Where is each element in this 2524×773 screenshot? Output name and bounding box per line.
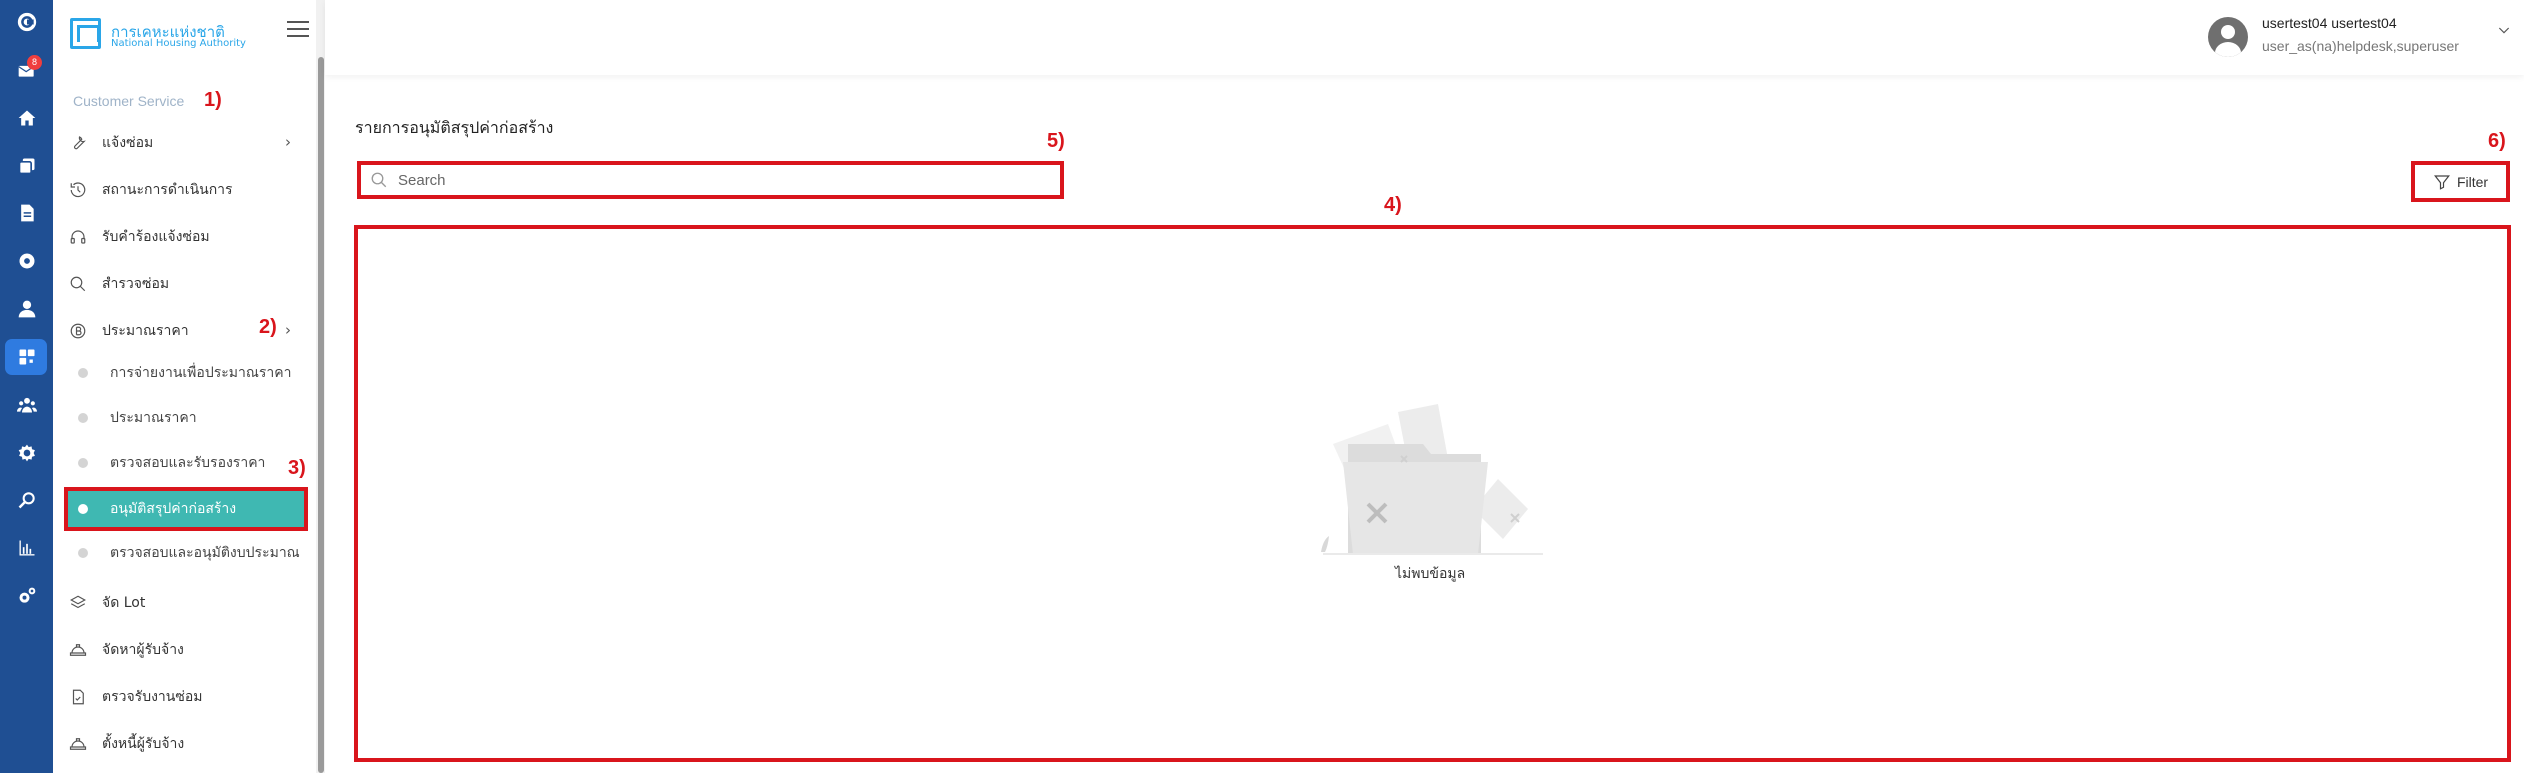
sidebar-item-label: จัดหาผู้รับจ้าง [102, 642, 184, 658]
annotation-2: 2) [259, 316, 277, 338]
settings-cogs-icon[interactable] [0, 576, 53, 616]
sidebar-item-lot[interactable]: จัด Lot [69, 588, 145, 618]
sidebar-scrollbar-thumb[interactable] [318, 57, 324, 773]
history-icon [70, 182, 86, 198]
filter-button[interactable]: Filter [2411, 161, 2510, 202]
chevron-right-icon[interactable]: › [285, 321, 291, 339]
home-icon[interactable] [0, 98, 53, 138]
sidebar-item-label: สถานะการดำเนินการ [102, 182, 233, 198]
annotation-5: 5) [1047, 130, 1065, 152]
hard-hat-icon [69, 738, 87, 750]
search-icon[interactable] [0, 480, 53, 520]
submenu-item-label: ตรวจสอบและรับรองราคา [110, 455, 266, 471]
sidebar-item-estimate[interactable]: ประมาณราคา [69, 316, 189, 346]
user-name: usertest04 usertest04 [2262, 15, 2397, 31]
sidebar-item-inspect-repair[interactable]: ตรวจรับงานซ่อม [69, 682, 203, 712]
nha-logo-icon [70, 18, 101, 49]
filter-icon [2433, 174, 2450, 190]
annotation-6: 6) [2488, 130, 2506, 152]
annotation-4: 4) [1384, 194, 1402, 216]
cog-icon[interactable] [0, 433, 53, 473]
bullet-icon [78, 504, 88, 514]
hard-hat-icon [69, 644, 87, 656]
sidebar-item-status[interactable]: สถานะการดำเนินการ [69, 175, 233, 205]
copy-icon[interactable] [0, 146, 53, 186]
empty-folder-icon [1321, 404, 1543, 555]
app-logo-icon[interactable] [0, 2, 53, 42]
sidebar-item-procure-contractor[interactable]: จัดหาผู้รับจ้าง [69, 635, 184, 665]
page-title: รายการอนุมัติสรุปค่าก่อสร้าง [355, 118, 554, 137]
annotation-3: 3) [288, 457, 306, 479]
submenu-item-label: ประมาณราคา [110, 410, 197, 426]
search-input[interactable] [398, 171, 1038, 189]
sidebar-item-survey[interactable]: สำรวจซ่อม [69, 269, 169, 299]
submenu-item-verify-price[interactable]: ตรวจสอบและรับรองราคา [78, 449, 265, 477]
search-icon [70, 276, 86, 292]
headset-icon [70, 230, 86, 244]
annotation-1: 1) [204, 89, 222, 111]
bullet-icon [78, 368, 88, 378]
sidebar-item-label: ตรวจรับงานซ่อม [102, 689, 203, 705]
submenu-item-assign-estimate[interactable]: การจ่ายงานเพื่อประมาณราคา [78, 359, 291, 387]
search-field[interactable] [357, 161, 1064, 199]
submenu-item-approve-construction-summary[interactable]: อนุมัติสรุปค่าก่อสร้าง [64, 487, 308, 531]
sidebar-item-label: รับคำร้องแจ้งซ่อม [102, 229, 210, 245]
mail-badge: 8 [27, 55, 42, 70]
layers-icon [70, 595, 86, 609]
sidebar-item-contractor-debt[interactable]: ตั้งหนี้ผู้รับจ้าง [69, 729, 184, 759]
sidebar-item-report-repair[interactable]: แจ้งซ่อม [69, 128, 153, 158]
hamburger-menu-icon[interactable] [287, 21, 309, 39]
document-check-icon [72, 689, 84, 705]
user-icon[interactable] [0, 289, 53, 329]
chart-icon[interactable] [0, 528, 53, 568]
sidebar-item-label: สำรวจซ่อม [102, 276, 170, 292]
wrench-icon [73, 136, 86, 150]
bullet-icon [78, 548, 88, 558]
sidebar-item-label: จัด Lot [102, 595, 146, 611]
baht-coin-icon [70, 323, 86, 339]
submenu-item-label: ตรวจสอบและอนุมัติงบประมาณ [110, 545, 300, 561]
document-icon[interactable] [0, 193, 53, 233]
submenu-item-label: การจ่ายงานเพื่อประมาณราคา [110, 365, 292, 381]
top-header [325, 0, 2524, 75]
settings-gear-icon[interactable] [0, 241, 53, 281]
bullet-icon [78, 458, 88, 468]
bullet-icon [78, 413, 88, 423]
chevron-right-icon[interactable]: › [285, 133, 291, 151]
submenu-item-label: อนุมัติสรุปค่าก่อสร้าง [110, 501, 237, 517]
sidebar-item-receive-request[interactable]: รับคำร้องแจ้งซ่อม [69, 222, 210, 252]
app-rail: 8 [0, 0, 53, 773]
section-label-customer-service: Customer Service [73, 93, 185, 109]
sidebar-item-label: ประมาณราคา [102, 323, 189, 339]
dashboard-icon[interactable] [0, 337, 53, 377]
sidebar-item-label: ตั้งหนี้ผู้รับจ้าง [102, 736, 185, 752]
chevron-down-icon[interactable] [2496, 22, 2510, 36]
submenu-item-approve-budget[interactable]: ตรวจสอบและอนุมัติงบประมาณ [78, 539, 300, 567]
filter-button-label: Filter [2456, 173, 2489, 190]
user-role: user_as(na)helpdesk,superuser [2262, 38, 2459, 54]
sidebar-item-label: แจ้งซ่อม [102, 135, 154, 151]
user-avatar[interactable] [2208, 17, 2248, 57]
search-icon [371, 172, 387, 188]
empty-state-text: ไม่พบข้อมูล [1395, 566, 1466, 582]
group-icon[interactable] [0, 385, 53, 425]
submenu-item-estimate-price[interactable]: ประมาณราคา [78, 404, 197, 432]
mail-icon[interactable]: 8 [0, 50, 53, 90]
brand-name-english: National Housing Authority [111, 38, 246, 49]
